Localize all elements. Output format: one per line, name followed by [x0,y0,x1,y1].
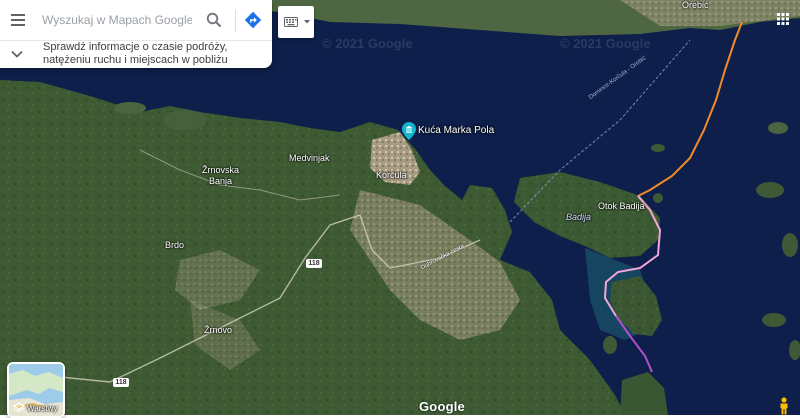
search-icon[interactable] [206,12,222,28]
directions-icon[interactable] [244,11,262,29]
road-shield-118: 118 [113,378,129,387]
layers-button[interactable]: Warstwy [7,362,65,418]
place-label-korcula[interactable]: Korčula [376,170,407,180]
apps-grid-icon[interactable] [776,12,790,26]
map-copyright-watermark: © 2021 Google [322,36,413,51]
pegman-icon[interactable] [778,397,790,415]
poi-label: Kuća Marka Pola [418,125,495,136]
place-label-medvinjak[interactable]: Medvinjak [289,153,330,163]
poi-marker[interactable]: Kuća Marka Pola [402,122,502,140]
travel-info-text: Sprawdź informacje o czasie podróży, nat… [43,41,228,66]
place-label-zrnovo[interactable]: Žrnovo [204,325,232,335]
place-label-otok-badija[interactable]: Otok Badija [598,201,645,211]
search-divider [235,10,236,32]
layers-label: Warstwy [27,404,58,413]
place-label-brdo[interactable]: Brdo [165,240,184,250]
chevron-down-icon [11,50,23,58]
travel-info-row[interactable]: Sprawdź informacje o czasie podróży, nat… [0,40,272,68]
map-copyright-watermark: © 2021 Google [560,36,651,51]
place-label-orebic[interactable]: Orebić [682,0,709,10]
caret-down-icon [304,20,310,24]
google-logo: Google [419,399,465,414]
place-label-badija[interactable]: Badija [566,212,591,222]
search-input[interactable] [42,10,192,30]
keyboard-button[interactable] [278,6,314,38]
menu-icon[interactable] [8,10,28,30]
place-label-zrnovska-banja[interactable]: Žrnovska Banja [202,165,239,187]
search-bar [0,0,272,41]
road-shield-118: 118 [306,259,322,268]
layers-icon [13,402,25,413]
keyboard-icon [284,17,298,27]
search-panel: Sprawdź informacje o czasie podróży, nat… [0,0,272,68]
museum-pin-icon [402,122,416,140]
